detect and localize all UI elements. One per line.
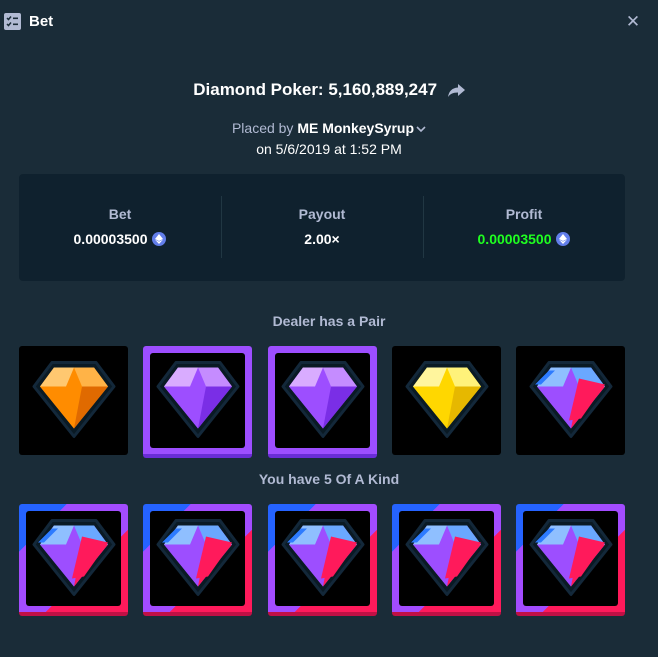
purple-gem-icon [281, 358, 365, 443]
gem-card-face [150, 511, 245, 606]
gem-card-face [275, 511, 370, 606]
bet-label: Bet [108, 206, 132, 222]
eth-icon [556, 232, 571, 246]
share-icon[interactable] [447, 83, 465, 98]
bet-list-icon [4, 13, 21, 30]
gem-card-face [26, 511, 121, 606]
gem-card-face [523, 511, 618, 606]
gem-card-face [150, 353, 245, 448]
gem-card [19, 504, 128, 616]
eth-icon [152, 232, 167, 246]
gem-card [143, 504, 252, 616]
modal-title: Bet [29, 13, 54, 30]
blue-red-gem-icon [32, 516, 116, 601]
gem-card-face [275, 353, 370, 448]
blue-red-gem-icon [529, 516, 613, 601]
gem-card [19, 346, 128, 455]
gem-card [516, 346, 625, 455]
gem-card-face [399, 511, 494, 606]
game-title[interactable]: Diamond Poker: 5,160,889,247 [193, 80, 437, 99]
gem-card [516, 504, 625, 616]
gem-card [392, 346, 501, 455]
bet-stats-panel: Bet 0.00003500 Payout 2.00× Profit 0.000… [19, 174, 625, 281]
gem-card [392, 504, 501, 616]
purple-gem-icon [156, 358, 240, 443]
bet-date: on 5/6/2019 at 1:52 PM [256, 141, 402, 157]
orange-gem-icon [32, 358, 116, 443]
yellow-gem-icon [405, 358, 489, 443]
profit-value-row: 0.00003500 [423, 231, 625, 247]
bet-value: 0.00003500 [73, 231, 148, 247]
payout-label: Payout [298, 206, 346, 222]
game-title-line: Diamond Poker: 5,160,889,247 [0, 80, 658, 100]
profit-label: Profit [505, 206, 543, 222]
gem-card-face [392, 346, 501, 455]
blue-red-gem-icon [156, 516, 240, 601]
player-hand-title: You have 5 Of A Kind [258, 471, 400, 487]
gem-card [268, 504, 377, 616]
me-badge: ME [297, 120, 319, 136]
profit-stat: Profit 0.00003500 [423, 174, 625, 281]
blue-red-gem-icon [405, 516, 489, 601]
profit-value: 0.00003500 [477, 231, 552, 247]
modal-header: Bet ✕ [0, 0, 658, 44]
payout-stat: Payout 2.00× [221, 174, 423, 281]
placed-by-line: Placed by ME MonkeySyrup [0, 120, 658, 136]
gem-card [143, 346, 252, 458]
close-icon[interactable]: ✕ [623, 12, 643, 32]
blue-red-gem-icon [529, 358, 613, 443]
blue-red-gem-icon [281, 516, 365, 601]
gem-card-face [19, 346, 128, 455]
payout-value: 2.00× [304, 231, 340, 247]
bet-value-row: 0.00003500 [19, 231, 221, 247]
payout-value-row: 2.00× [221, 231, 423, 247]
gem-card [268, 346, 377, 458]
dealer-hand-title: Dealer has a Pair [272, 313, 386, 329]
gem-card-face [516, 346, 625, 455]
bet-stat: Bet 0.00003500 [19, 174, 221, 281]
placed-by-prefix: Placed by [231, 120, 294, 136]
username[interactable]: MonkeySyrup [322, 120, 414, 136]
chevron-down-icon[interactable] [416, 126, 426, 133]
